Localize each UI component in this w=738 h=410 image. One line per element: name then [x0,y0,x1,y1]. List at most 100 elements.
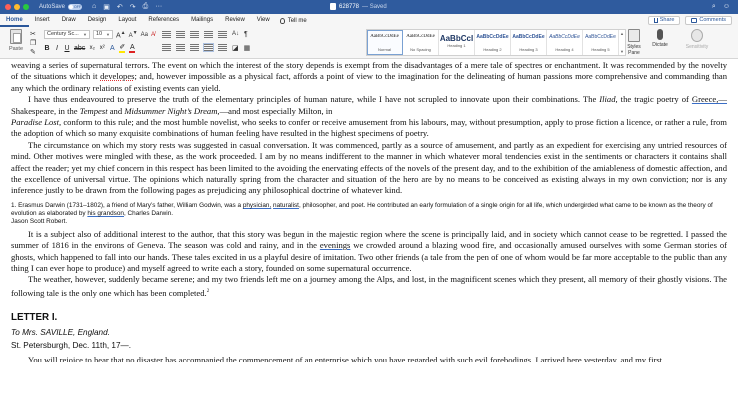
autosave-state: OFF [74,5,82,9]
grammar-flagged-word[interactable]: evenings [320,240,351,250]
numbering-icon[interactable] [176,31,185,38]
search-icon[interactable]: ⌕ [712,3,716,11]
font-name-select[interactable]: Century Sc... ▼ [44,30,90,40]
tab-layout[interactable]: Layout [112,14,142,27]
comments-button[interactable]: Comments [685,16,732,25]
align-right-icon[interactable] [190,44,199,51]
align-center-icon[interactable] [176,44,185,51]
maximize-window-button[interactable] [23,4,29,10]
align-left-icon[interactable] [162,44,171,51]
undo-icon[interactable]: ↶ [117,3,123,11]
strikethrough-icon[interactable]: abc [74,45,85,52]
italic-run: Tempest [79,105,108,116]
text-run: , Charles Darwin. [123,210,173,218]
minimize-window-button[interactable] [14,4,20,10]
styles-pane-button[interactable]: Styles Pane [622,29,646,56]
style-heading-5[interactable]: AaBbCcDdEe Heading 5 [583,30,619,55]
home-icon[interactable]: ⌂ [92,3,96,11]
copy-icon[interactable]: ❐ [30,39,36,47]
borders-icon[interactable]: ▦ [244,44,251,52]
line-spacing-icon[interactable] [218,44,227,51]
italic-run: To Mrs. SAVILLE, England. [11,328,110,338]
show-formatting-icon[interactable]: ¶ [244,31,248,38]
font-size-value: 10 [96,31,103,38]
decrease-indent-icon[interactable] [204,31,213,38]
format-controls: B I U abc x₂ x² A ✐ A [44,43,136,53]
change-case-icon[interactable]: Aa [141,32,148,38]
footnote-reference[interactable]: 2 [207,289,210,294]
tab-draw[interactable]: Draw [56,14,82,27]
spelling-flagged-word[interactable]: developes [100,71,134,81]
bullets-icon[interactable] [162,31,171,38]
redo-icon[interactable]: ↷ [130,3,136,11]
highlight-icon[interactable]: ✐ [119,43,126,53]
font-size-select[interactable]: 10 ▼ [93,30,113,40]
text-run: , the tragic poetry of [615,94,692,105]
more-icon[interactable]: ··· [155,3,162,11]
style-normal[interactable]: AaBbCcDdEe Normal [367,30,403,55]
ribbon: Paste ✂ ❐ ✎ Century Sc... ▼ 10 ▼ A▲ A▼ A… [0,27,738,59]
tab-home[interactable]: Home [0,14,29,27]
footnote: 1. Erasmus Darwin (1731–1802), a friend … [11,202,727,219]
grammar-flagged-word[interactable]: physician, [243,202,271,209]
letter-addressee: To Mrs. SAVILLE, England. St. Petersburgh… [11,327,727,352]
paragraph: I have thus endeavoured to preserve the … [11,94,727,140]
style-heading-4[interactable]: AaBbCcDdEe Heading 4 [547,30,583,55]
justify-icon[interactable] [203,43,214,52]
shading-icon[interactable]: ◪ [232,44,239,52]
style-no-spacing[interactable]: AaBbCcDdEe No Spacing [403,30,439,55]
style-sample: AaBbCcDdEe [476,34,509,40]
document-title: 628778 — Saved [330,3,387,10]
format-painter-icon[interactable]: ✎ [30,48,36,56]
multilevel-list-icon[interactable] [190,31,199,38]
document-page[interactable]: weaving a series of supernatural terrors… [0,59,738,410]
clear-format-icon[interactable]: A̸ [151,32,155,38]
shrink-font-icon[interactable]: A▼ [129,30,138,39]
paragraph: weaving a series of supernatural terrors… [11,60,727,94]
underline-icon[interactable]: U [64,45,70,52]
clipboard-icon [10,29,22,44]
grammar-flagged-word[interactable]: naturalist [273,202,299,209]
style-heading-1[interactable]: AaBbCcI Heading 1 [439,30,475,55]
bold-icon[interactable]: B [44,45,50,52]
style-heading-3[interactable]: AaBbCcDdEe Heading 3 [511,30,547,55]
subscript-icon[interactable]: x₂ [89,45,95,51]
close-window-button[interactable] [5,4,11,10]
tab-review[interactable]: Review [219,14,251,27]
increase-indent-icon[interactable] [218,31,227,38]
style-sample: AaBbCcDdEe [370,34,399,39]
grammar-flagged-word[interactable]: Greece,— [692,94,727,104]
print-icon[interactable]: ⎙ [143,3,149,11]
tell-me[interactable]: Tell me [279,17,307,24]
style-heading-2[interactable]: AaBbCcDdEe Heading 2 [475,30,511,55]
autosave-toggle[interactable]: OFF [68,4,83,10]
grow-font-icon[interactable]: A▲ [116,30,126,39]
tab-view[interactable]: View [251,14,276,27]
tab-mailings[interactable]: Mailings [185,14,219,27]
text-run: The weather, however, suddenly became se… [11,274,727,298]
letter-heading: LETTER I. [11,312,58,324]
style-name: No Spacing [410,47,431,52]
italic-icon[interactable]: I [54,45,60,52]
save-icon[interactable]: ▣ [103,3,110,11]
sort-icon[interactable]: A↓ [232,31,239,38]
tab-references[interactable]: References [142,14,185,27]
dictate-button[interactable]: Dictate [648,29,672,48]
document-icon [330,3,336,10]
style-name: Normal [378,47,391,52]
autosave[interactable]: AutoSave OFF [39,4,83,10]
grammar-flagged-word[interactable]: his grandson [87,210,124,217]
cut-icon[interactable]: ✂ [30,30,36,38]
sensitivity-button[interactable]: Sensitivity [680,29,714,50]
superscript-icon[interactable]: x² [99,45,105,51]
tab-design[interactable]: Design [82,14,113,27]
tab-insert[interactable]: Insert [29,14,56,27]
share-label: Share [659,17,675,23]
share-button[interactable]: Share [647,16,681,25]
text-effects-icon[interactable]: A [109,45,115,52]
paste-button[interactable]: Paste [5,29,27,52]
dictate-label: Dictate [652,42,668,48]
font-color-icon[interactable]: A [129,44,136,53]
account-icon[interactable]: ☺ [723,3,730,11]
